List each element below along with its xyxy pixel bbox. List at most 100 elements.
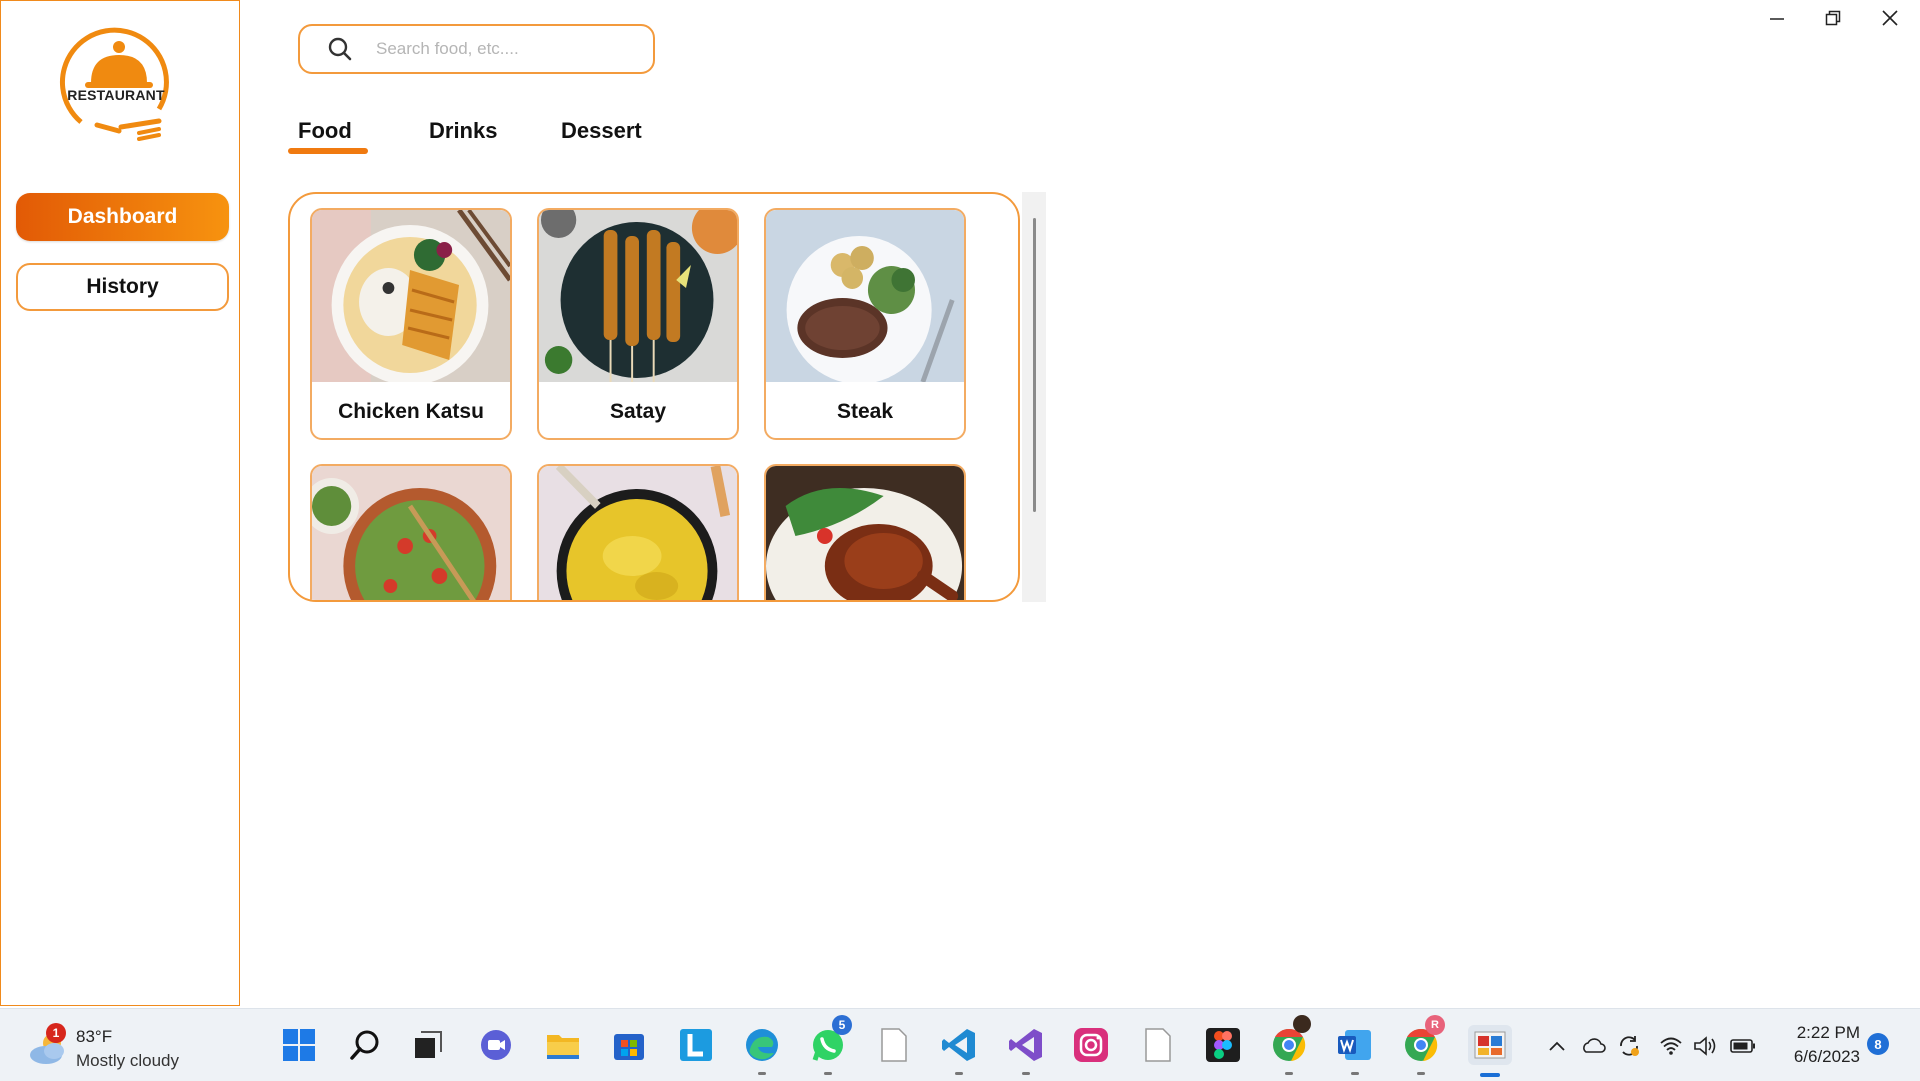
word-button[interactable] — [1335, 1025, 1375, 1075]
chrome-profile-avatar — [1293, 1015, 1311, 1033]
whatsapp-button[interactable]: 5 — [808, 1015, 852, 1075]
windows-start-icon — [283, 1029, 315, 1061]
task-view-icon — [415, 1031, 442, 1058]
active-tab-underline — [288, 148, 368, 154]
weather-temperature: 83°F — [76, 1027, 113, 1046]
microsoft-store-button[interactable] — [609, 1025, 649, 1065]
restaurant-app-icon — [1474, 1031, 1506, 1059]
search-input[interactable] — [374, 38, 628, 60]
menu-card-chicken-katsu[interactable]: Chicken Katsu — [310, 208, 512, 440]
salad-image — [312, 466, 510, 600]
tab-dessert-label: Dessert — [561, 118, 642, 143]
visual-studio-icon — [1009, 1029, 1042, 1061]
weather-widget[interactable]: 1 83°F Mostly cloudy — [28, 1023, 208, 1070]
menu-card-steak[interactable]: Steak — [764, 208, 966, 440]
figma-button[interactable] — [1203, 1025, 1243, 1065]
tab-dessert[interactable]: Dessert — [561, 118, 642, 144]
notification-count-badge[interactable]: 8 — [1867, 1033, 1889, 1055]
steak-image — [766, 210, 964, 382]
windows-start-button[interactable] — [279, 1025, 319, 1065]
vscode-icon — [942, 1029, 975, 1061]
restaurant-logo: RESTAURANT — [51, 27, 181, 147]
tab-food[interactable]: Food — [298, 118, 352, 144]
close-button[interactable] — [1870, 6, 1910, 30]
menu-card-salad[interactable] — [310, 464, 512, 600]
vscode-button[interactable] — [939, 1025, 979, 1075]
file-explorer-icon — [547, 1035, 579, 1059]
instagram-button[interactable] — [1071, 1025, 1111, 1065]
instagram-icon — [1074, 1028, 1108, 1062]
running-indicator — [824, 1072, 832, 1075]
tab-food-label: Food — [298, 118, 352, 143]
volume-tray[interactable] — [1692, 1033, 1718, 1059]
task-view-button[interactable] — [408, 1025, 448, 1065]
taskbar-clock[interactable]: 2:22 PM 6/6/2023 — [1770, 1021, 1860, 1069]
menu-card-grilled-chicken[interactable] — [764, 464, 966, 600]
weather-condition: Mostly cloudy — [76, 1051, 179, 1070]
minimize-button[interactable] — [1757, 6, 1797, 30]
whatsapp-badge: 5 — [832, 1015, 852, 1035]
weather-badge: 1 — [46, 1023, 66, 1043]
scrollbar-thumb[interactable] — [1033, 218, 1036, 512]
edge-icon — [746, 1029, 778, 1061]
sync-tray[interactable] — [1616, 1033, 1642, 1059]
menu-card-curry[interactable] — [537, 464, 739, 600]
wifi-tray[interactable] — [1658, 1033, 1684, 1059]
teams-chat-icon — [481, 1030, 511, 1060]
search-icon — [328, 37, 352, 61]
visual-studio-button[interactable] — [1006, 1025, 1046, 1075]
blank-file-icon — [881, 1028, 907, 1062]
tab-drinks[interactable]: Drinks — [429, 118, 497, 144]
cloud-sync-icon — [1583, 1038, 1606, 1053]
menu-card-title: Chicken Katsu — [338, 400, 484, 423]
menu-card-satay[interactable]: Satay — [537, 208, 739, 440]
curry-image — [539, 466, 737, 600]
chrome-button[interactable] — [1269, 1015, 1311, 1075]
close-icon — [1882, 10, 1898, 26]
edge-button[interactable] — [742, 1025, 782, 1075]
menu-scrollbar[interactable] — [1022, 192, 1046, 602]
blank-file-icon — [1145, 1028, 1171, 1062]
menu-card-title: Steak — [836, 400, 894, 423]
blank-file-button-2[interactable] — [1138, 1025, 1178, 1065]
chrome-profile-badge: R — [1425, 1015, 1445, 1035]
show-hidden-icons-button[interactable] — [1544, 1033, 1570, 1059]
search-box[interactable] — [298, 24, 655, 74]
chevron-up-icon — [1549, 1041, 1565, 1051]
running-indicator — [1022, 1072, 1030, 1075]
dashboard-button[interactable]: Dashboard — [16, 193, 229, 241]
logo-text: RESTAURANT — [67, 87, 165, 103]
figma-icon — [1206, 1028, 1240, 1062]
file-explorer-button[interactable] — [543, 1025, 583, 1065]
onedrive-tray[interactable] — [1580, 1033, 1606, 1059]
grilled-chicken-image — [766, 466, 964, 600]
chrome-profile-button[interactable]: R — [1401, 1015, 1445, 1075]
wifi-icon — [1660, 1037, 1682, 1055]
restore-button[interactable] — [1813, 6, 1853, 30]
sidebar: RESTAURANT Dashboard History — [0, 0, 240, 1006]
restaurant-app-button[interactable] — [1468, 1025, 1512, 1077]
l-app-icon — [680, 1029, 712, 1061]
clock-date: 6/6/2023 — [1793, 1047, 1860, 1066]
microsoft-store-icon — [614, 1034, 644, 1060]
speaker-icon — [1694, 1036, 1716, 1056]
minimize-icon — [1770, 18, 1784, 20]
satay-image — [539, 210, 737, 382]
history-button[interactable]: History — [16, 263, 229, 311]
chicken-katsu-image — [312, 210, 510, 382]
taskbar: 1 83°F Mostly cloudy 5 R 2:22 PM 6/6/202… — [0, 1008, 1920, 1081]
running-indicator — [1285, 1072, 1293, 1075]
running-indicator — [955, 1072, 963, 1075]
blank-file-button[interactable] — [874, 1025, 914, 1065]
restore-icon — [1825, 10, 1841, 26]
running-indicator — [1417, 1072, 1425, 1075]
running-indicator — [758, 1072, 766, 1075]
teams-chat-button[interactable] — [476, 1025, 516, 1065]
taskbar-search-button[interactable] — [345, 1025, 385, 1065]
l-app-button[interactable] — [676, 1025, 716, 1065]
battery-tray[interactable] — [1730, 1033, 1756, 1059]
menu-grid-panel: Chicken Katsu Satay Steak — [288, 192, 1020, 602]
active-app-indicator — [1480, 1073, 1500, 1077]
clock-time: 2:22 PM — [1796, 1023, 1860, 1042]
menu-card-title: Satay — [609, 400, 667, 423]
